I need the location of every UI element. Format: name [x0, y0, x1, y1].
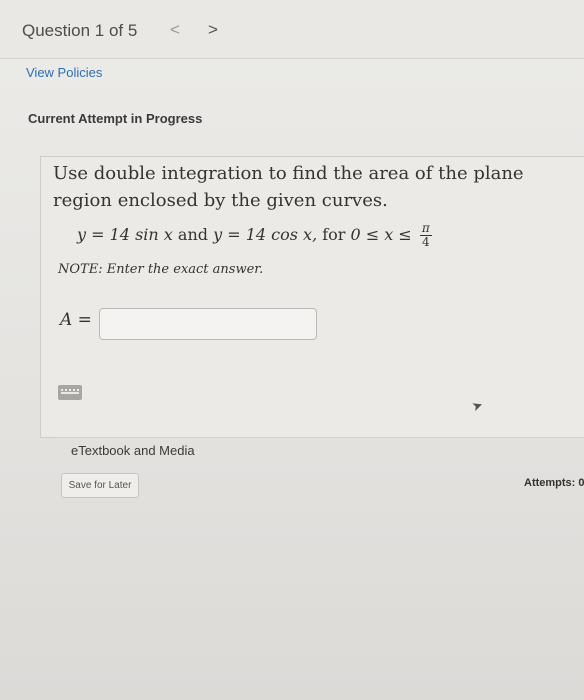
problem-equation: y = 14 sin x and y = 14 cos x, for 0 ≤ x…: [77, 222, 432, 249]
problem-statement: Use double integration to find the area …: [53, 163, 524, 211]
view-policies-link[interactable]: View Policies: [26, 65, 102, 80]
equation-part-1: y = 14 sin x: [77, 225, 173, 244]
fraction-numerator: π: [419, 221, 432, 236]
keyboard-icon[interactable]: [58, 385, 82, 400]
attempt-heading: Current Attempt in Progress: [28, 111, 203, 126]
note-text: NOTE: Enter the exact answer.: [58, 262, 264, 277]
answer-input[interactable]: [99, 308, 317, 340]
equation-range: 0 ≤ x ≤: [350, 225, 412, 244]
attempts-counter: Attempts: 0: [524, 477, 584, 489]
question-counter: Question 1 of 5: [22, 21, 138, 40]
etextbook-media-link[interactable]: eTextbook and Media: [71, 443, 195, 458]
previous-question-button[interactable]: <: [170, 20, 180, 40]
pi-over-4-fraction: π 4: [419, 221, 432, 249]
equation-and: and: [177, 225, 208, 244]
save-for-later-button[interactable]: Save for Later: [61, 473, 139, 498]
equation-for: for: [322, 225, 346, 244]
next-question-button[interactable]: >: [208, 20, 218, 40]
equation-part-2: y = 14 cos x,: [213, 225, 318, 244]
answer-label: A =: [60, 310, 92, 330]
fraction-denominator: 4: [422, 235, 430, 249]
